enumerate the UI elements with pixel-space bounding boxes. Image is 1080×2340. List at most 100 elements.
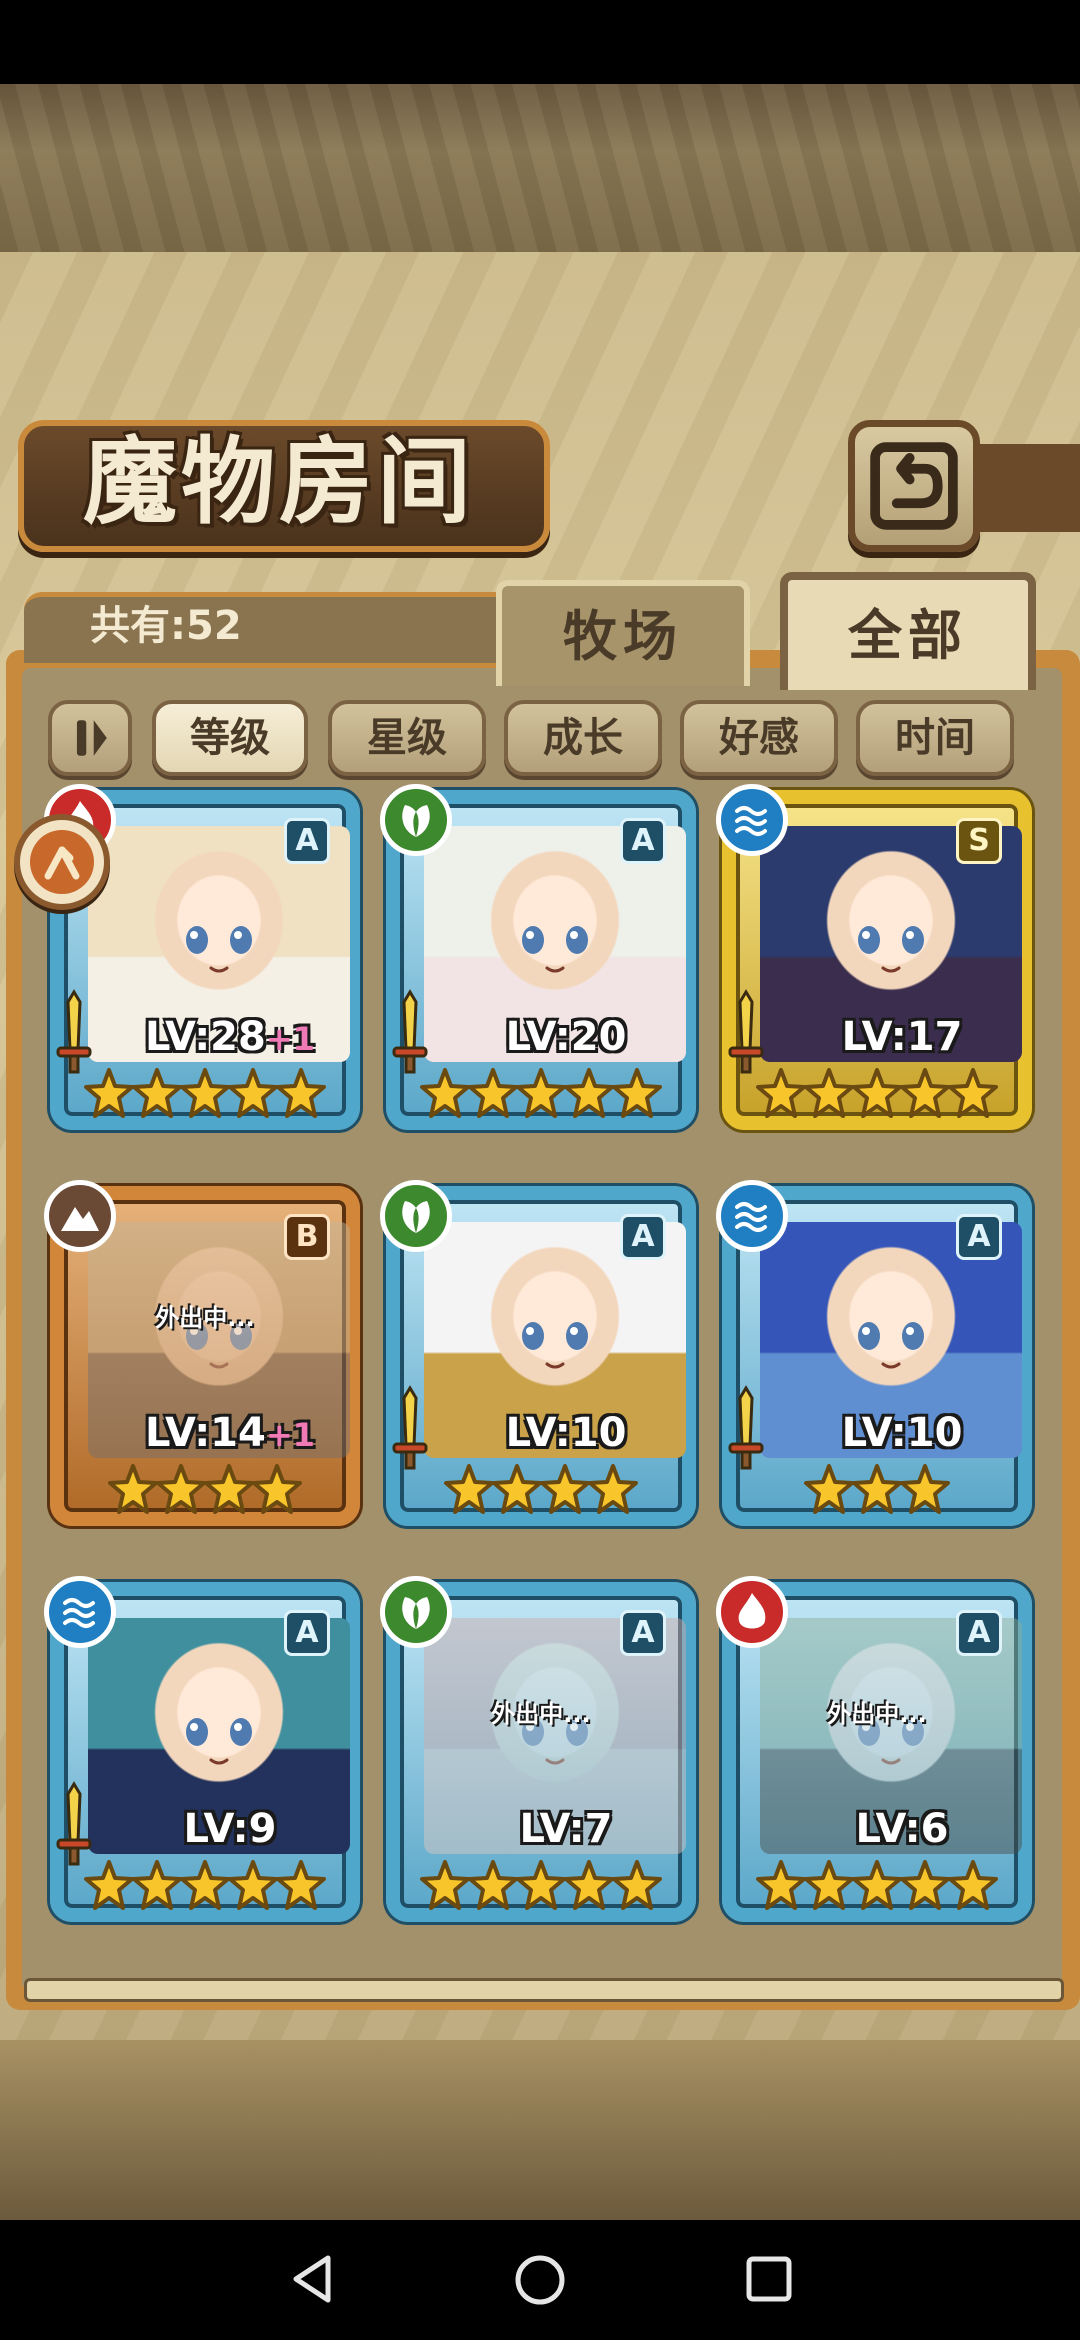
star-rating [416,1462,666,1526]
level-value: LV:10 [505,1410,627,1456]
monster-card[interactable]: A LV:10 [380,1180,696,1552]
monster-face [522,926,588,973]
star-icon [756,1068,806,1118]
star-rating [80,1066,330,1130]
star-icon [108,1464,158,1514]
star-icon [804,1860,854,1910]
sort-order-icon [76,720,107,756]
fire-element-icon [716,1576,788,1648]
water-symbol [735,1202,767,1232]
level-value: LV:7 [519,1806,613,1852]
star-icon [420,1860,470,1910]
rank-badge: S [956,818,1002,864]
rank-badge: A [284,818,330,864]
status-bar [0,0,1080,84]
circle-home-icon[interactable] [512,2252,568,2308]
star-icon [444,1464,494,1514]
leaf-symbol [402,1201,430,1233]
level-bonus: +1 [265,1020,315,1058]
tab-all[interactable]: 全部 [780,572,1036,690]
monster-card[interactable]: A LV:10 [716,1180,1032,1552]
star-rating [752,1858,1002,1922]
star-icon [276,1068,326,1118]
sort-time-button[interactable]: 时间 [856,700,1014,776]
monster-level: LV:6 [792,1804,1012,1854]
leaf-element-icon [380,1180,452,1252]
tab-ranch[interactable]: 牧场 [496,580,750,686]
star-icon [564,1860,614,1910]
away-status: 外出中... [491,1700,591,1728]
star-icon [228,1860,278,1910]
flag-arrow-icon [44,846,80,880]
level-value: LV:10 [841,1410,963,1456]
sort-affection-button[interactable]: 好感 [680,700,838,776]
monster-level: LV:10 [792,1408,1012,1458]
star-icon [540,1464,590,1514]
away-status: 外出中... [155,1304,255,1332]
monster-face [186,1718,252,1765]
monster-card[interactable]: A LV:9 [44,1576,360,1948]
panel-bottom-rail [24,1978,1064,2002]
sort-star-button[interactable]: 星级 [328,700,486,776]
star-icon [420,1068,470,1118]
rank-badge: A [956,1214,1002,1260]
water-element-icon [44,1576,116,1648]
star-rating [80,1462,330,1526]
monster-card[interactable]: B 外出中... LV:14+1 [44,1180,360,1552]
star-icon [492,1464,542,1514]
star-icon [948,1068,998,1118]
star-icon [948,1860,998,1910]
rank-badge: B [284,1214,330,1260]
monster-card[interactable]: A LV:20 [380,784,696,1156]
star-icon [612,1068,662,1118]
earth-symbol [61,1207,99,1231]
star-icon [900,1464,950,1514]
map-background-bottom [0,2040,1080,2220]
level-value: LV:28 [145,1014,266,1060]
map-background-top [0,84,1080,258]
water-symbol [63,1598,95,1628]
page-title: 魔物房间 [82,427,475,537]
monster-face [522,1322,588,1369]
star-icon [204,1464,254,1514]
sort-order-button[interactable] [48,700,132,776]
away-status: 外出中... [827,1700,927,1728]
star-icon [516,1860,566,1910]
leaf-element-icon [380,1576,452,1648]
water-element-icon [716,1180,788,1252]
star-icon [852,1464,902,1514]
monster-card[interactable]: A 外出中... LV:6 [716,1576,1032,1948]
monster-level: LV:20 [456,1012,676,1062]
triangle-back-icon[interactable] [286,2252,340,2306]
level-value: LV:14 [145,1410,266,1456]
level-value: LV:20 [505,1014,627,1060]
star-icon [516,1068,566,1118]
monster-card[interactable]: S LV:17 [716,784,1032,1156]
rank-badge: A [956,1610,1002,1656]
level-value: LV:17 [841,1014,963,1060]
monster-face [858,1322,924,1369]
level-bonus: +1 [265,1416,315,1454]
star-icon [804,1068,854,1118]
star-icon [564,1068,614,1118]
star-rating [80,1858,330,1922]
leaf-symbol [402,805,430,837]
monster-level: LV:14+1 [120,1408,340,1458]
star-icon [804,1464,854,1514]
star-icon [228,1068,278,1118]
sort-growth-button[interactable]: 成长 [504,700,662,776]
star-icon [84,1068,134,1118]
earth-element-icon [44,1180,116,1252]
star-icon [132,1068,182,1118]
monster-level: LV:7 [456,1804,676,1854]
return-arrow-icon [870,442,958,530]
rank-badge: A [620,1610,666,1656]
monster-level: LV:17 [792,1012,1012,1062]
square-recents-icon[interactable] [744,2254,794,2304]
star-icon [852,1860,902,1910]
water-symbol [735,806,767,836]
star-icon [252,1464,302,1514]
monster-card[interactable]: A 外出中... LV:7 [380,1576,696,1948]
rank-badge: A [620,1214,666,1260]
sort-level-button[interactable]: 等级 [152,700,308,776]
